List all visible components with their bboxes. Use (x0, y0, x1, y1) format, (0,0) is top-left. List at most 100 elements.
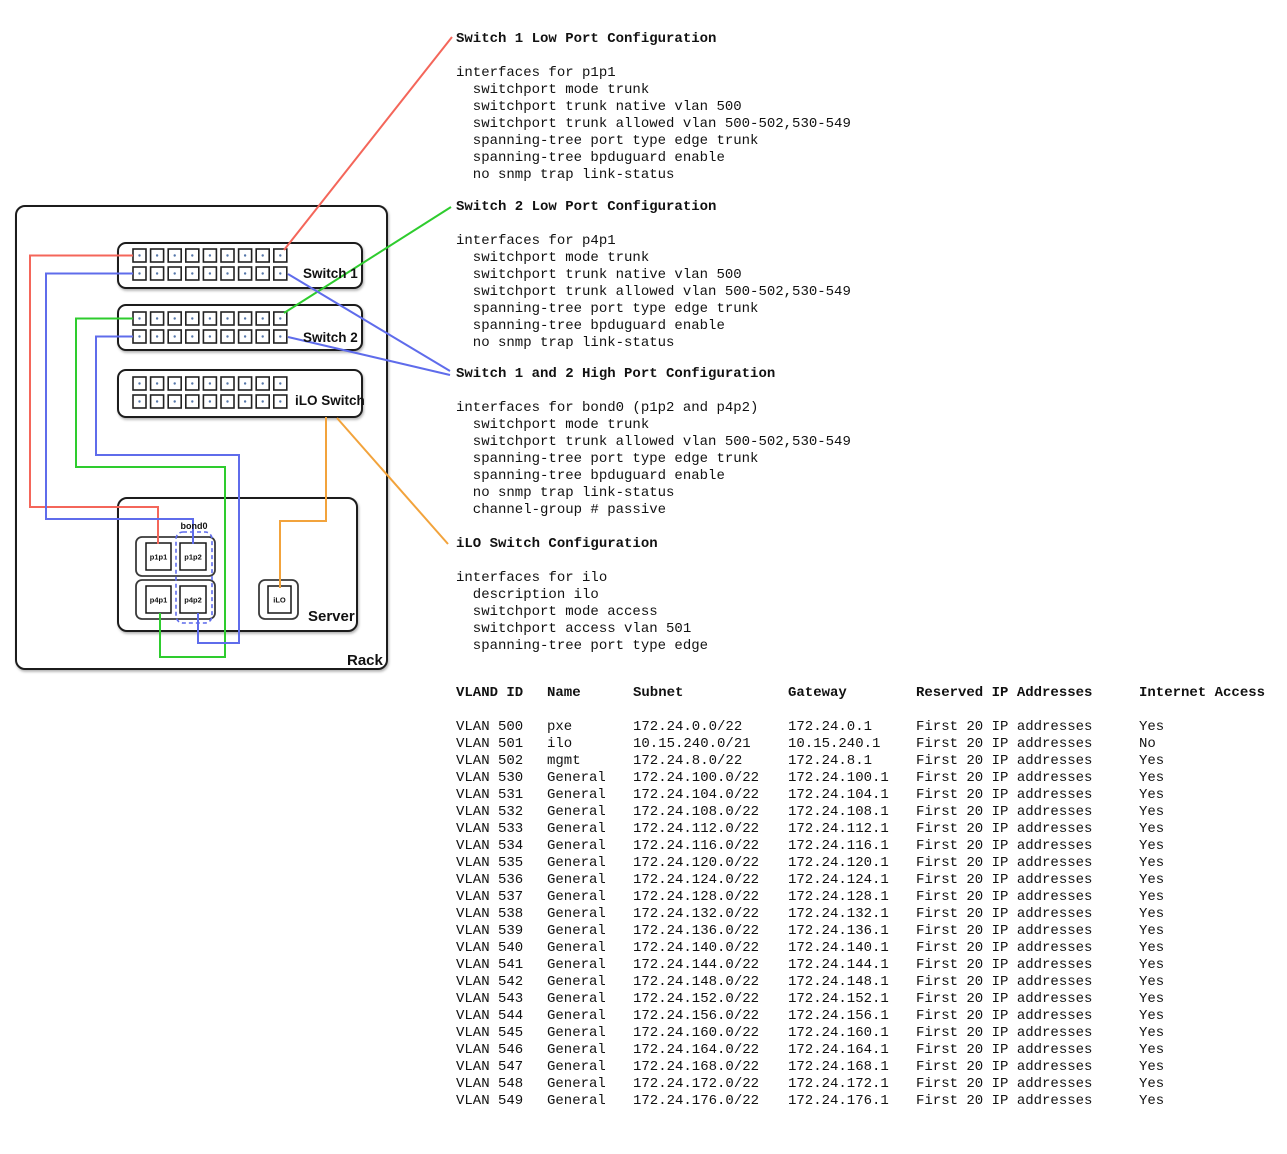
port-led-dot (244, 254, 246, 256)
cell-gateway: 172.24.104.1 (788, 787, 916, 804)
cell-name: General (547, 1008, 633, 1025)
cell-reserved-ip: First 20 IP addresses (916, 1076, 1139, 1093)
port-led-dot (156, 317, 158, 319)
table-row: VLAN 539 General 172.24.136.0/22 172.24.… (456, 923, 1276, 940)
port-led-dot (191, 335, 193, 337)
cell-reserved-ip: First 20 IP addresses (916, 1059, 1139, 1076)
port-led-dot (156, 254, 158, 256)
table-row: VLAN 536 General 172.24.124.0/22 172.24.… (456, 872, 1276, 889)
cell-internet-access: Yes (1139, 1025, 1276, 1042)
cell-vlan-id: VLAN 539 (456, 923, 547, 940)
config-body: interfaces for p4p1 switchport mode trun… (456, 233, 851, 352)
cell-gateway: 172.24.140.1 (788, 940, 916, 957)
cell-reserved-ip: First 20 IP addresses (916, 872, 1139, 889)
cell-gateway: 172.24.128.1 (788, 889, 916, 906)
table-row: VLAN 533 General 172.24.112.0/22 172.24.… (456, 821, 1276, 838)
port-led-dot (226, 382, 228, 384)
cell-vlan-id: VLAN 537 (456, 889, 547, 906)
cell-gateway: 172.24.120.1 (788, 855, 916, 872)
cell-vlan-id: VLAN 536 (456, 872, 547, 889)
cell-reserved-ip: First 20 IP addresses (916, 736, 1139, 753)
cell-reserved-ip: First 20 IP addresses (916, 991, 1139, 1008)
cell-internet-access: Yes (1139, 940, 1276, 957)
port-led-dot (174, 382, 176, 384)
port-led-dot (262, 335, 264, 337)
cell-gateway: 172.24.112.1 (788, 821, 916, 838)
cell-name: ilo (547, 736, 633, 753)
port-led-dot (279, 254, 281, 256)
ilo-switch-port-row-2 (133, 395, 287, 408)
cell-vlan-id: VLAN 542 (456, 974, 547, 991)
port-led-dot (226, 335, 228, 337)
port-led-dot (226, 400, 228, 402)
port-led-dot (156, 400, 158, 402)
cell-internet-access: Yes (1139, 923, 1276, 940)
cell-name: General (547, 940, 633, 957)
rack-diagram: Switch 1 Switch 2 iLO Switch Server Rack… (0, 0, 470, 700)
cell-subnet: 172.24.168.0/22 (633, 1059, 788, 1076)
table-row: VLAN 532 General 172.24.108.0/22 172.24.… (456, 804, 1276, 821)
port-led-dot (279, 400, 281, 402)
port-led-dot (244, 400, 246, 402)
cell-subnet: 172.24.128.0/22 (633, 889, 788, 906)
cell-subnet: 172.24.100.0/22 (633, 770, 788, 787)
cell-internet-access: Yes (1139, 753, 1276, 770)
switch2-port-row-high (133, 330, 287, 343)
port-led-dot (209, 335, 211, 337)
cell-subnet: 172.24.152.0/22 (633, 991, 788, 1008)
cell-name: pxe (547, 719, 633, 736)
cell-gateway: 172.24.160.1 (788, 1025, 916, 1042)
cell-vlan-id: VLAN 535 (456, 855, 547, 872)
config-block-switch2-low: Switch 2 Low Port Configuration interfac… (456, 199, 851, 352)
cell-name: General (547, 787, 633, 804)
cell-subnet: 172.24.116.0/22 (633, 838, 788, 855)
cell-gateway: 172.24.0.1 (788, 719, 916, 736)
cell-internet-access: Yes (1139, 1076, 1276, 1093)
cell-vlan-id: VLAN 530 (456, 770, 547, 787)
cell-reserved-ip: First 20 IP addresses (916, 1093, 1139, 1110)
cell-subnet: 10.15.240.0/21 (633, 736, 788, 753)
header-internet-access: Internet Access (1139, 685, 1276, 702)
switch2-port-row-low (133, 312, 287, 325)
port-led-dot (138, 400, 140, 402)
cell-internet-access: Yes (1139, 1042, 1276, 1059)
cell-subnet: 172.24.108.0/22 (633, 804, 788, 821)
cell-name: General (547, 1076, 633, 1093)
cell-reserved-ip: First 20 IP addresses (916, 770, 1139, 787)
p4p1-label: p4p1 (150, 596, 168, 605)
cell-gateway: 172.24.144.1 (788, 957, 916, 974)
table-row: VLAN 542 General 172.24.148.0/22 172.24.… (456, 974, 1276, 991)
ilo-port-label: iLO (273, 596, 286, 605)
ilo-switch-port-row-1 (133, 377, 287, 390)
table-row: VLAN 547 General 172.24.168.0/22 172.24.… (456, 1059, 1276, 1076)
port-led-dot (209, 272, 211, 274)
cell-vlan-id: VLAN 538 (456, 906, 547, 923)
p4p2-label: p4p2 (184, 596, 202, 605)
cell-internet-access: Yes (1139, 991, 1276, 1008)
cell-gateway: 172.24.172.1 (788, 1076, 916, 1093)
cell-name: General (547, 855, 633, 872)
port-led-dot (209, 382, 211, 384)
port-led-dot (174, 317, 176, 319)
cell-reserved-ip: First 20 IP addresses (916, 889, 1139, 906)
cell-reserved-ip: First 20 IP addresses (916, 940, 1139, 957)
cell-vlan-id: VLAN 501 (456, 736, 547, 753)
cell-gateway: 172.24.100.1 (788, 770, 916, 787)
cell-vlan-id: VLAN 502 (456, 753, 547, 770)
table-row: VLAN 531 General 172.24.104.0/22 172.24.… (456, 787, 1276, 804)
config-block-high-ports: Switch 1 and 2 High Port Configuration i… (456, 366, 851, 519)
cell-reserved-ip: First 20 IP addresses (916, 838, 1139, 855)
config-body: interfaces for bond0 (p1p2 and p4p2) swi… (456, 400, 851, 519)
cell-name: General (547, 957, 633, 974)
cell-name: General (547, 838, 633, 855)
cell-subnet: 172.24.144.0/22 (633, 957, 788, 974)
port-led-dot (191, 317, 193, 319)
cell-reserved-ip: First 20 IP addresses (916, 855, 1139, 872)
cell-internet-access: Yes (1139, 1008, 1276, 1025)
cell-reserved-ip: First 20 IP addresses (916, 1008, 1139, 1025)
cell-internet-access: Yes (1139, 855, 1276, 872)
config-title: Switch 1 Low Port Configuration (456, 31, 851, 48)
cell-internet-access: Yes (1139, 974, 1276, 991)
cell-internet-access: Yes (1139, 821, 1276, 838)
config-body: interfaces for ilo description ilo switc… (456, 570, 708, 655)
